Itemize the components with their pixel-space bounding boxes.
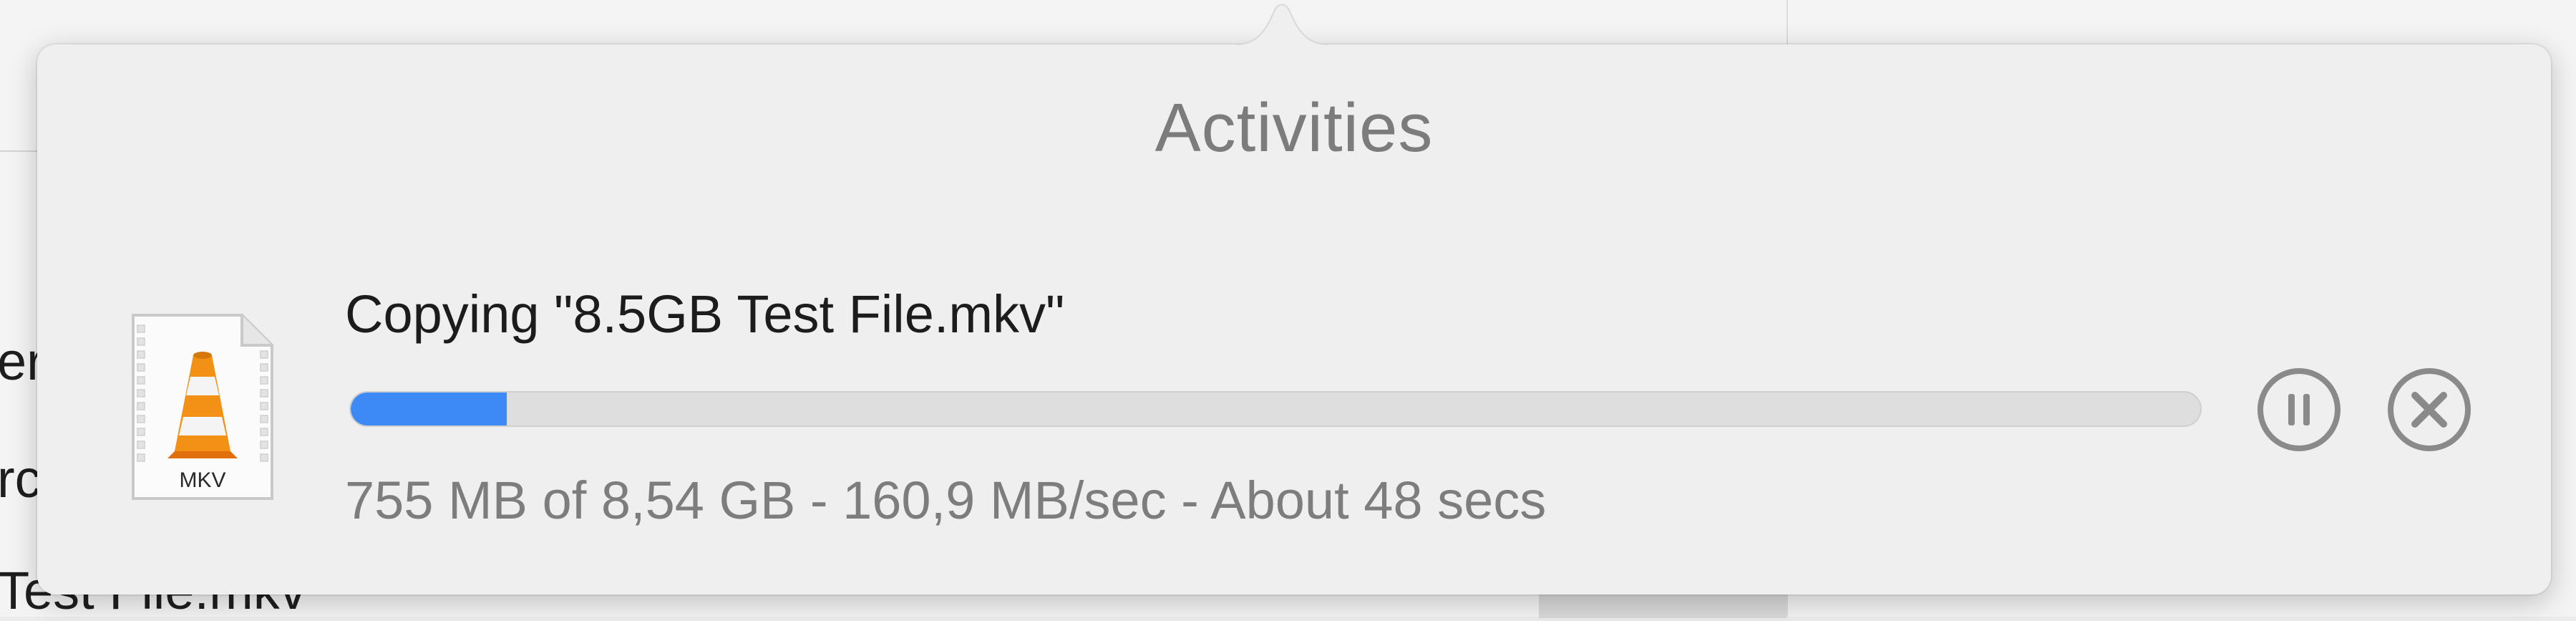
- pause-button[interactable]: [2257, 368, 2341, 451]
- mkv-file-icon: MKV: [127, 311, 278, 504]
- activity-title: Copying "8.5GB Test File.mkv": [345, 284, 1065, 344]
- popover-arrow: [1235, 4, 1328, 59]
- file-type-label: MKV: [179, 468, 225, 492]
- background-row-divider: [0, 150, 43, 152]
- popover-title: Activities: [1155, 90, 1434, 166]
- activities-popover: Activities MKV Copying "8.5GB Test File.…: [37, 44, 2551, 594]
- progress-bar-fill: [351, 393, 507, 425]
- progress-bar: [349, 391, 2202, 427]
- background-scrollbar: [1539, 592, 1787, 618]
- transfer-status: 755 MB of 8,54 GB - 160,9 MB/sec - About…: [345, 471, 1547, 530]
- pause-circle-icon: [2288, 394, 2310, 425]
- cancel-button[interactable]: [2388, 368, 2471, 451]
- background-text-fragment: rc: [0, 449, 40, 509]
- x-circle-icon: [2411, 392, 2447, 428]
- background-text-fragment: er: [0, 332, 40, 391]
